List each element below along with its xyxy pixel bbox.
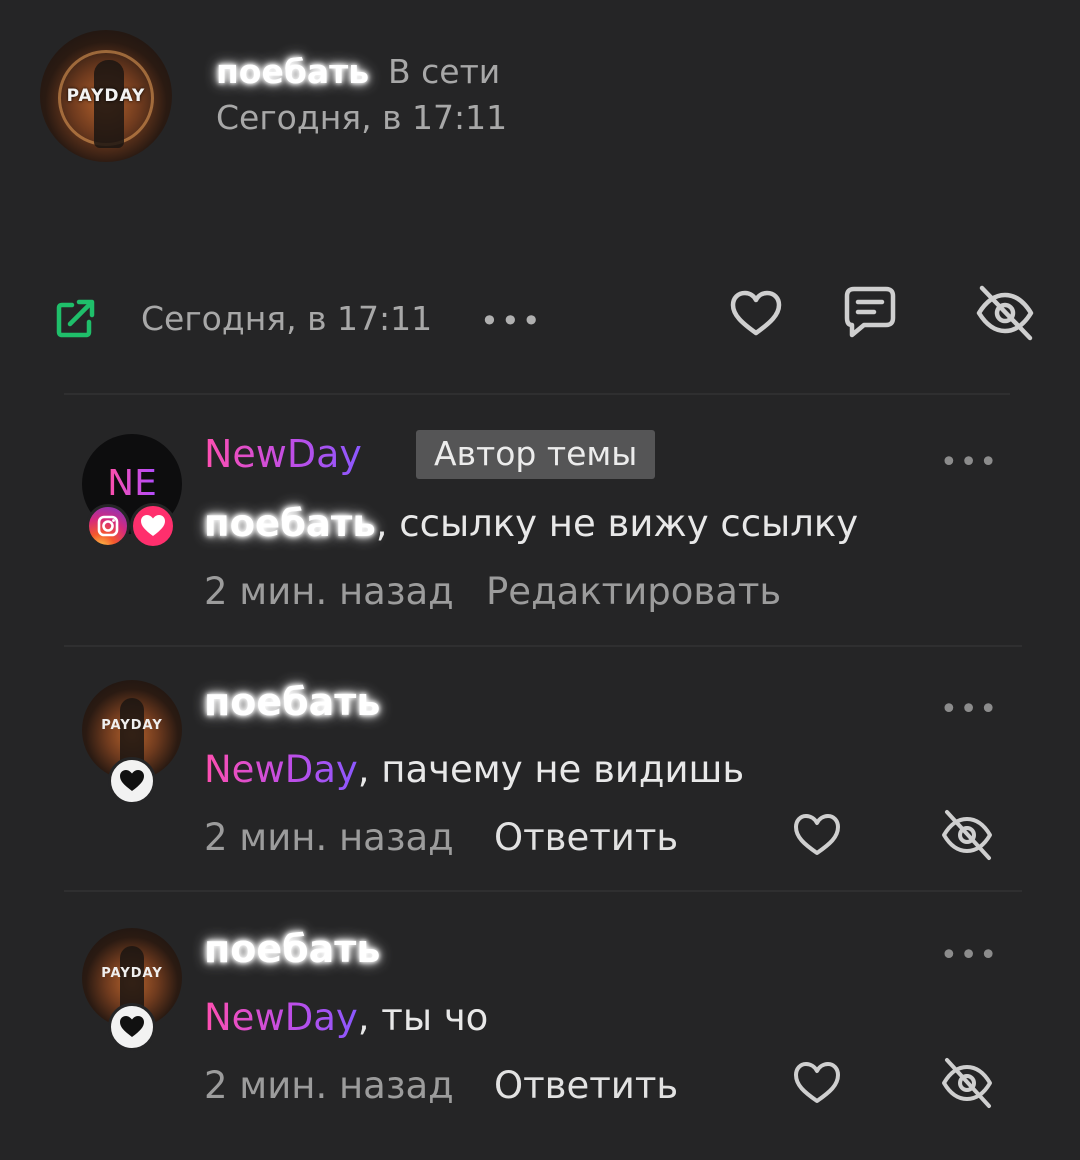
avatar-logo-text: PAYDAY <box>101 966 163 981</box>
comment-time: 2 мин. назад <box>204 570 454 613</box>
comment-mention[interactable]: NewDay <box>204 996 358 1039</box>
comment-mention[interactable]: поебать <box>204 502 376 545</box>
eye-off-icon[interactable] <box>974 284 1036 342</box>
comment-author-name[interactable]: NewDay <box>204 432 362 476</box>
eye-off-icon[interactable] <box>940 1056 994 1110</box>
eye-off-icon[interactable] <box>940 808 994 862</box>
heart-icon[interactable] <box>792 810 842 860</box>
divider <box>64 393 1010 395</box>
comment-time: 2 мин. назад <box>204 1064 454 1107</box>
post-author-name[interactable]: поебать <box>216 52 369 91</box>
avatar-initials: NE <box>107 463 157 504</box>
avatar-logo-text: PAYDAY <box>66 86 146 106</box>
comment-icon[interactable] <box>842 284 898 340</box>
heart-badge-icon <box>130 503 176 549</box>
post-timestamp: Сегодня, в 17:11 <box>216 98 508 137</box>
avatar-logo-text: PAYDAY <box>101 718 163 733</box>
heart-icon[interactable] <box>792 1058 842 1108</box>
comment-mention[interactable]: NewDay <box>204 748 358 791</box>
comment-author-name[interactable]: поебать <box>204 680 380 724</box>
comment-time: 2 мин. назад <box>204 816 454 859</box>
heart-badge-icon <box>108 757 156 805</box>
heart-icon[interactable] <box>728 286 784 342</box>
comment-more-menu-icon[interactable]: ••• <box>940 445 999 480</box>
post-more-menu-icon[interactable]: ••• <box>480 302 543 340</box>
divider <box>64 645 1022 647</box>
post-date: Сегодня, в 17:11 <box>141 299 433 338</box>
comment-more-menu-icon[interactable]: ••• <box>940 938 999 973</box>
comment-text: NewDay, пачему не видишь <box>204 748 744 791</box>
instagram-badge-icon <box>86 504 130 548</box>
divider <box>64 890 1022 892</box>
comment-body: , пачему не видишь <box>357 748 745 791</box>
online-status: В сети <box>388 52 501 91</box>
comment-text: NewDay, ты чо <box>204 996 488 1039</box>
comment-text: поебать, ссылку не вижу ссылку <box>204 502 858 545</box>
comment-author-name[interactable]: поебать <box>204 927 380 971</box>
comment-more-menu-icon[interactable]: ••• <box>940 692 999 727</box>
post-author-avatar[interactable]: PAYDAY <box>40 30 172 162</box>
heart-badge-icon <box>108 1003 156 1051</box>
edit-button[interactable]: Редактировать <box>486 570 781 613</box>
share-icon[interactable] <box>54 296 98 340</box>
reply-button[interactable]: Ответить <box>494 1064 678 1107</box>
topic-author-badge: Автор темы <box>416 430 656 479</box>
comment-body: , ты чо <box>357 996 489 1039</box>
reply-button[interactable]: Ответить <box>494 816 678 859</box>
comment-body: , ссылку не вижу ссылку <box>375 502 859 545</box>
